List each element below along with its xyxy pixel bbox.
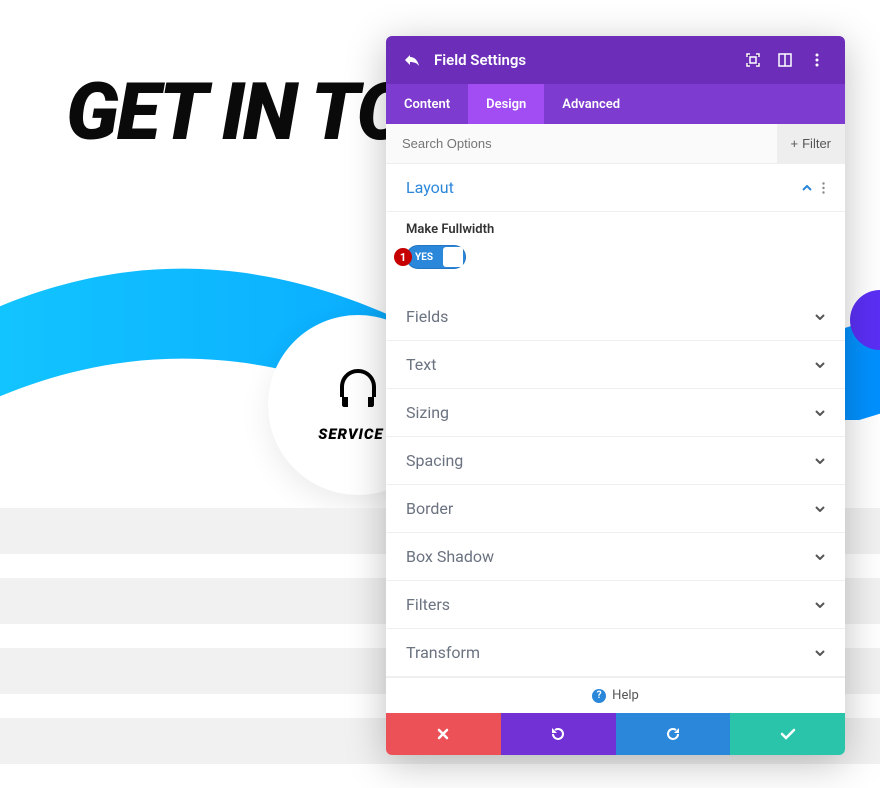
settings-panel: Field Settings Content Design Advanced +… <box>386 36 845 755</box>
footer-actions <box>386 713 845 755</box>
section-label: Spacing <box>406 451 815 470</box>
more-icon[interactable] <box>803 46 831 74</box>
chevron-down-icon <box>815 554 825 560</box>
tab-advanced[interactable]: Advanced <box>544 84 638 124</box>
section-more-icon[interactable] <box>822 182 825 194</box>
section-label: Box Shadow <box>406 547 815 566</box>
panel-header: Field Settings <box>386 36 845 84</box>
help-bar[interactable]: ? Help <box>386 677 845 713</box>
section-text[interactable]: Text <box>386 341 845 389</box>
help-icon: ? <box>592 689 606 703</box>
section-filters[interactable]: Filters <box>386 581 845 629</box>
chevron-up-icon <box>802 185 812 191</box>
headphones-icon <box>336 367 380 407</box>
panel-title: Field Settings <box>434 51 735 69</box>
chevron-down-icon <box>815 458 825 464</box>
section-border[interactable]: Border <box>386 485 845 533</box>
tab-content[interactable]: Content <box>386 84 468 124</box>
chevron-down-icon <box>815 650 825 656</box>
expand-icon[interactable] <box>739 46 767 74</box>
chevron-down-icon <box>815 362 825 368</box>
section-sizing[interactable]: Sizing <box>386 389 845 437</box>
filter-label: Filter <box>802 136 831 151</box>
toggle-value: YES <box>415 252 443 263</box>
tabs: Content Design Advanced <box>386 84 845 124</box>
section-layout[interactable]: Layout <box>386 164 845 212</box>
sections-container: Layout Make Fullwidth 1 YES Fields Te <box>386 164 845 677</box>
section-label: Filters <box>406 595 815 614</box>
search-input[interactable] <box>386 124 777 163</box>
section-label: Fields <box>406 307 815 326</box>
chevron-down-icon <box>815 506 825 512</box>
help-label: Help <box>612 688 639 703</box>
section-label: Sizing <box>406 403 815 422</box>
fullwidth-toggle[interactable]: YES <box>406 245 466 269</box>
section-spacing[interactable]: Spacing <box>386 437 845 485</box>
undo-button[interactable] <box>501 713 616 755</box>
callout-badge: 1 <box>394 248 412 266</box>
filter-button[interactable]: + Filter <box>777 124 845 163</box>
toggle-knob <box>443 247 463 267</box>
back-button[interactable] <box>400 48 424 72</box>
confirm-button[interactable] <box>730 713 845 755</box>
section-label: Transform <box>406 643 815 662</box>
section-layout-body: Make Fullwidth 1 YES <box>386 212 845 293</box>
cancel-button[interactable] <box>386 713 501 755</box>
plus-icon: + <box>791 136 799 151</box>
chevron-down-icon <box>815 602 825 608</box>
tab-design[interactable]: Design <box>468 84 544 124</box>
section-label: Border <box>406 499 815 518</box>
chevron-down-icon <box>815 314 825 320</box>
section-label: Text <box>406 355 815 374</box>
section-transform[interactable]: Transform <box>386 629 845 677</box>
redo-button[interactable] <box>616 713 731 755</box>
chevron-down-icon <box>815 410 825 416</box>
columns-icon[interactable] <box>771 46 799 74</box>
option-label: Make Fullwidth <box>406 222 825 237</box>
search-row: + Filter <box>386 124 845 164</box>
section-label: Layout <box>406 178 802 197</box>
section-fields[interactable]: Fields <box>386 293 845 341</box>
section-box-shadow[interactable]: Box Shadow <box>386 533 845 581</box>
